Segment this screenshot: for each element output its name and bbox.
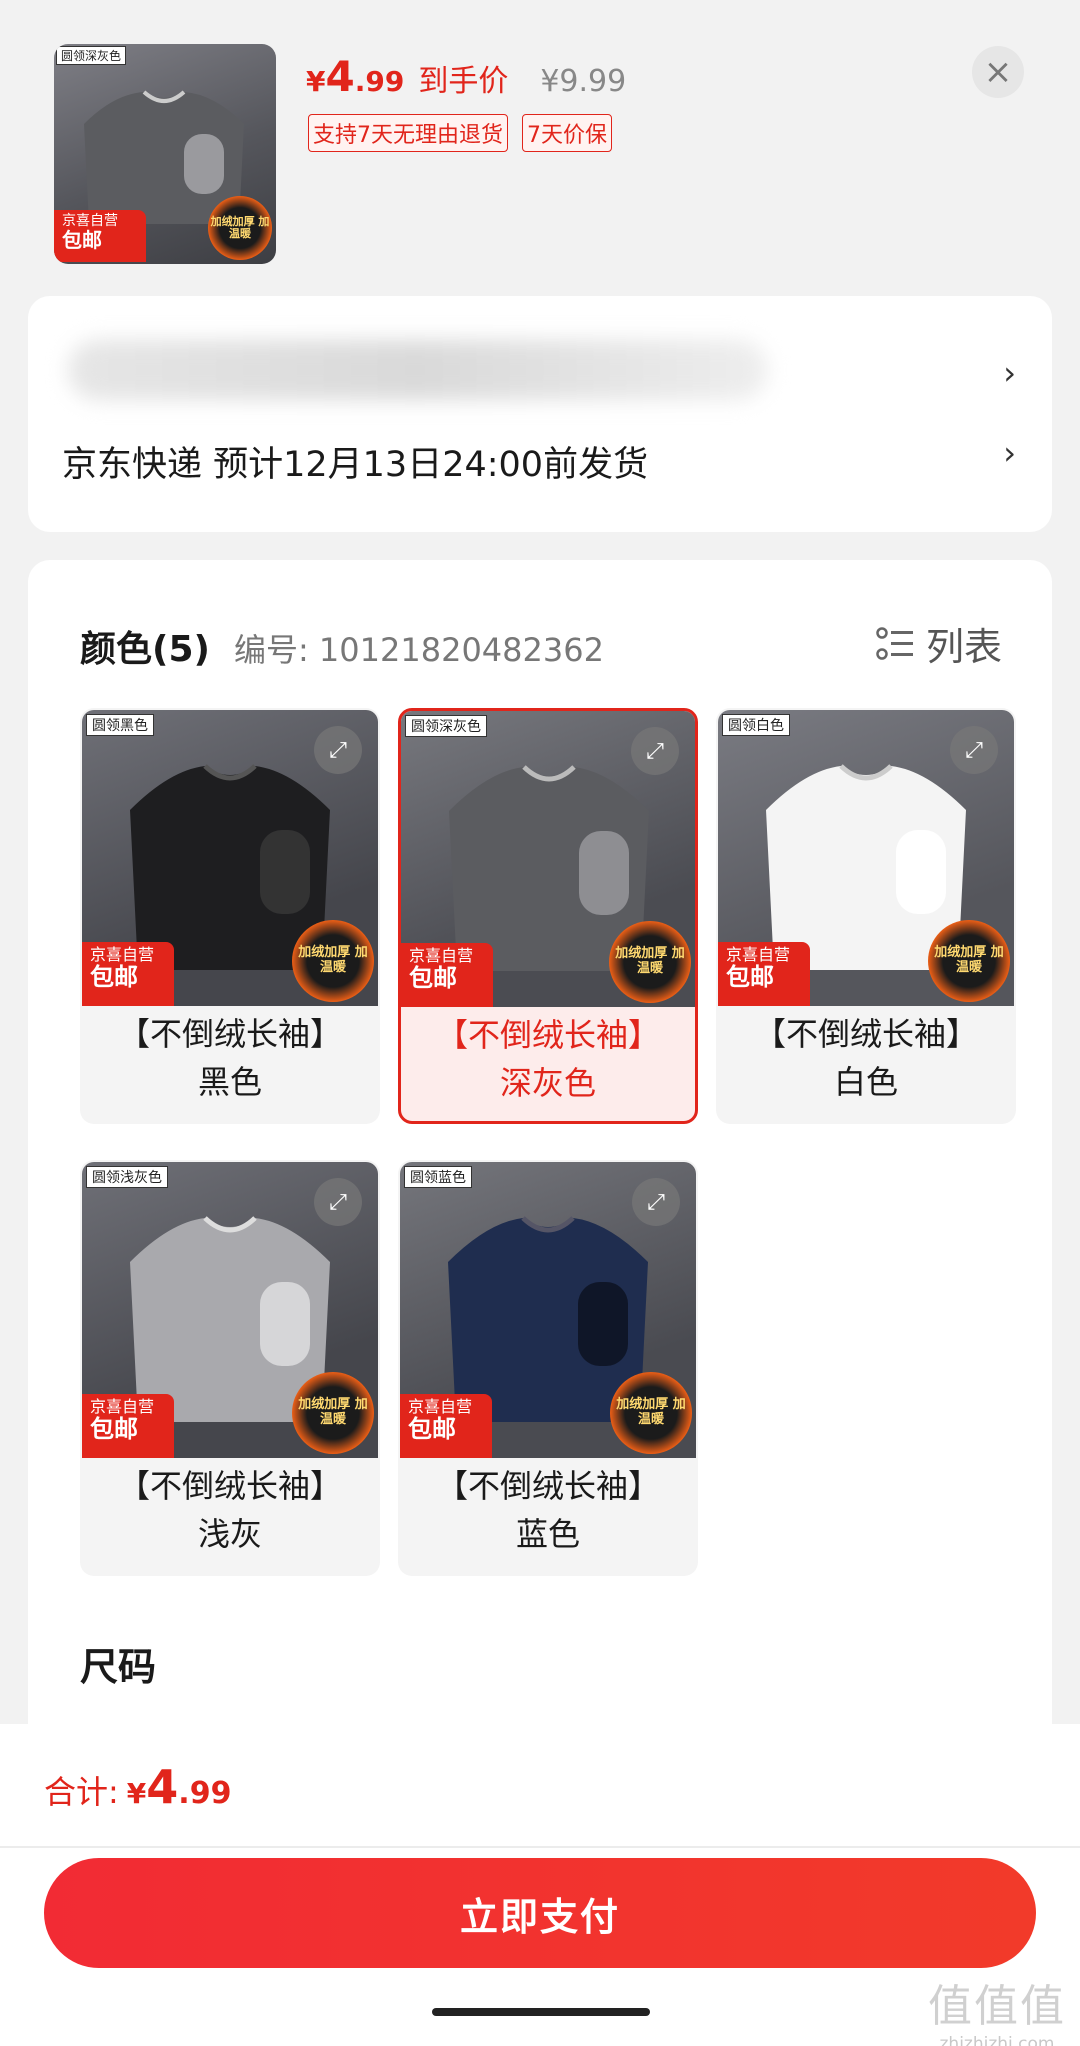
pay-now-button[interactable]: 立即支付 <box>44 1858 1036 1968</box>
sheet-header: 圆领深灰色 京喜自营 包邮 加绒加厚 加温暖 ¥ 4 .99 到手价 ¥9.99… <box>0 0 1080 290</box>
total-price: 合计: ¥ 4 .99 <box>44 1760 231 1814</box>
variant-label: 【不倒绒长袖】 黑色 <box>82 1010 378 1106</box>
jd-badge: 京喜自营 包邮 <box>401 943 493 1007</box>
price-integer: 4 <box>325 52 355 101</box>
variant-label: 【不倒绒长袖】 蓝色 <box>400 1462 696 1558</box>
fleece-flame-badge: 加绒加厚 加温暖 <box>292 1372 374 1454</box>
list-view-toggle[interactable]: 列表 <box>876 616 1002 671</box>
fleece-flame-badge: 加绒加厚 加温暖 <box>610 1372 692 1454</box>
checkout-bar: 合计: ¥ 4 .99 立即支付 值值值 zhizhizhi.com <box>0 1724 1080 2046</box>
jd-badge-line2: 包邮 <box>408 1415 456 1444</box>
variant-label: 【不倒绒长袖】 浅灰 <box>82 1462 378 1558</box>
home-indicator[interactable] <box>432 2008 650 2016</box>
variant-tag: 圆领浅灰色 <box>86 1166 168 1188</box>
badge-7day-return: 支持7天无理由退货 <box>308 114 508 152</box>
variant-tile-dark-gray[interactable]: 圆领深灰色 ⤢ 京喜自营 包邮 加绒加厚 加温暖 【不倒绒长袖】 深灰色 <box>398 708 698 1124</box>
variant-line2: 深灰色 <box>499 1064 596 1102</box>
address-card: › 京东快递 预计12月13日24:00前发货 › <box>28 296 1052 532</box>
total-integer: 4 <box>146 1760 179 1814</box>
divider <box>0 1846 1080 1848</box>
address-blurred[interactable] <box>68 340 768 400</box>
variant-tile-blue[interactable]: 圆领蓝色 ⤢ 京喜自营 包邮 加绒加厚 加温暖 【不倒绒长袖】 蓝色 <box>398 1160 698 1576</box>
expand-icon[interactable]: ⤢ <box>314 726 362 774</box>
list-label: 列表 <box>925 625 1002 669</box>
color-header: 颜色(5) 编号: 10121820482362 <box>80 620 604 672</box>
watermark-logo: 值值值 <box>928 1981 1066 2032</box>
jd-badge: 京喜自营 包邮 <box>82 942 174 1006</box>
jd-badge-line2: 包邮 <box>90 1415 138 1444</box>
shipping-estimate[interactable]: 京东快递 预计12月13日24:00前发货 <box>62 436 648 487</box>
jd-badge: 京喜自营 包邮 <box>54 210 146 262</box>
list-icon <box>876 626 913 660</box>
jd-badge-line1: 京喜自营 <box>62 213 118 229</box>
jd-badge: 京喜自营 包邮 <box>82 1394 174 1458</box>
jd-badge-line1: 京喜自营 <box>408 1397 473 1416</box>
variant-tile-light-gray[interactable]: 圆领浅灰色 ⤢ 京喜自营 包邮 加绒加厚 加温暖 【不倒绒长袖】 浅灰 <box>80 1160 380 1576</box>
variant-line2: 白色 <box>833 1063 898 1101</box>
fleece-flame-badge: 加绒加厚 加温暖 <box>928 920 1010 1002</box>
variant-line2: 浅灰 <box>197 1515 262 1553</box>
close-button[interactable]: × <box>972 46 1024 98</box>
jd-badge-line2: 包邮 <box>726 963 774 992</box>
original-price: ¥9.99 <box>540 64 627 99</box>
jd-badge: 京喜自营 包邮 <box>400 1394 492 1458</box>
product-sku-sheet: 圆领深灰色 京喜自营 包邮 加绒加厚 加温暖 ¥ 4 .99 到手价 ¥9.99… <box>0 0 1080 2046</box>
variant-line1: 【不倒绒长袖】 <box>435 1016 660 1054</box>
variant-line1: 【不倒绒长袖】 <box>435 1467 660 1505</box>
thumb-variant-tag: 圆领深灰色 <box>56 46 127 65</box>
total-decimal: .99 <box>178 1776 232 1811</box>
watermark: 值值值 zhizhizhi.com <box>928 1970 1066 2046</box>
size-title: 尺码 <box>80 1645 157 1689</box>
expand-icon[interactable]: ⤢ <box>632 1178 680 1226</box>
fleece-flame-badge: 加绒加厚 加温暖 <box>208 196 272 260</box>
variant-tag: 圆领蓝色 <box>404 1166 472 1188</box>
variant-line1: 【不倒绒长袖】 <box>117 1467 342 1505</box>
expand-icon[interactable]: ⤢ <box>631 727 679 775</box>
jd-badge-line2: 包邮 <box>90 963 138 992</box>
watermark-url: zhizhizhi.com <box>939 2034 1055 2046</box>
variant-tag: 圆领白色 <box>722 714 790 736</box>
variant-line1: 【不倒绒长袖】 <box>753 1015 978 1053</box>
variant-line2: 蓝色 <box>515 1515 580 1553</box>
variant-tag: 圆领深灰色 <box>405 715 487 737</box>
badge-price-protect: 7天价保 <box>522 114 612 152</box>
price-label: 到手价 <box>418 64 509 99</box>
options-card: 颜色(5) 编号: 10121820482362 列表 圆领黑色 ⤢ 京喜自营 … <box>28 560 1052 1760</box>
price-decimal: .99 <box>354 65 405 98</box>
jd-badge-line1: 京喜自营 <box>90 945 155 964</box>
variant-label: 【不倒绒长袖】 白色 <box>718 1010 1014 1106</box>
jd-badge-line2: 包邮 <box>409 964 457 993</box>
service-badges: 支持7天无理由退货 7天价保 <box>308 114 612 152</box>
jd-badge: 京喜自营 包邮 <box>718 942 810 1006</box>
chevron-right-icon[interactable]: › <box>1003 354 1016 392</box>
variant-tile-white[interactable]: 圆领白色 ⤢ 京喜自营 包邮 加绒加厚 加温暖 【不倒绒长袖】 白色 <box>716 708 1016 1124</box>
fleece-flame-badge: 加绒加厚 加温暖 <box>292 920 374 1002</box>
variant-tile-black[interactable]: 圆领黑色 ⤢ 京喜自营 包邮 加绒加厚 加温暖 【不倒绒长袖】 黑色 <box>80 708 380 1124</box>
jd-badge-line1: 京喜自营 <box>726 945 791 964</box>
variant-line1: 【不倒绒长袖】 <box>117 1015 342 1053</box>
chevron-right-icon[interactable]: › <box>1003 434 1016 472</box>
jd-badge-line2: 包邮 <box>62 228 102 253</box>
price-line: ¥ 4 .99 到手价 ¥9.99 <box>306 52 626 101</box>
expand-icon[interactable]: ⤢ <box>314 1178 362 1226</box>
total-currency: ¥ <box>126 1777 147 1810</box>
jd-badge-line1: 京喜自营 <box>90 1397 155 1416</box>
expand-icon[interactable]: ⤢ <box>950 726 998 774</box>
close-icon: × <box>983 52 1013 92</box>
variant-label: 【不倒绒长袖】 深灰色 <box>401 1011 695 1107</box>
color-title: 颜色(5) <box>80 629 210 670</box>
variant-tag: 圆领黑色 <box>86 714 154 736</box>
sku-number: 编号: 10121820482362 <box>233 631 604 669</box>
price-currency: ¥ <box>306 65 326 98</box>
variant-line2: 黑色 <box>197 1063 262 1101</box>
total-label: 合计: <box>44 1773 119 1811</box>
fleece-flame-badge: 加绒加厚 加温暖 <box>609 921 691 1003</box>
product-thumbnail[interactable]: 圆领深灰色 京喜自营 包邮 加绒加厚 加温暖 <box>54 44 276 264</box>
jd-badge-line1: 京喜自营 <box>409 946 474 965</box>
